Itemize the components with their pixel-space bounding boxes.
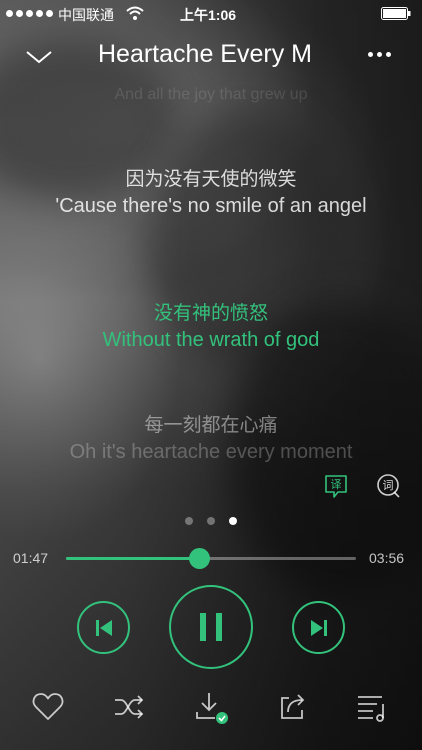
bottom-toolbar xyxy=(0,690,422,730)
lyric-line-past: 因为没有天使的微笑 'Cause there's no smile of an … xyxy=(40,168,382,219)
lyric-zh: 每一刻都在心痛 xyxy=(144,415,278,436)
chevron-down-icon[interactable] xyxy=(24,44,54,68)
progress-fill xyxy=(66,557,200,560)
signal-strength-icon xyxy=(6,10,53,17)
previous-button[interactable] xyxy=(77,601,130,654)
heart-icon[interactable] xyxy=(31,690,65,724)
lyric-en: Without the wrath of god xyxy=(102,328,320,351)
page-dot-active[interactable] xyxy=(229,517,237,525)
song-title: Heartache Every M xyxy=(98,40,312,68)
translate-label: 译 xyxy=(331,478,342,491)
shuffle-icon[interactable] xyxy=(112,690,146,724)
download-done-icon[interactable] xyxy=(194,690,228,724)
next-button[interactable] xyxy=(292,601,345,654)
progress-track[interactable] xyxy=(66,548,356,569)
pause-button[interactable] xyxy=(169,585,253,669)
lyric-zh: 因为没有天使的微笑 xyxy=(125,169,297,190)
status-bar: 中国联通 上午1:06 xyxy=(0,0,422,28)
lyric-mode-icon[interactable]: 词 xyxy=(374,472,402,500)
status-time: 上午1:06 xyxy=(180,7,237,23)
page-indicator xyxy=(185,517,237,525)
lyric-mode-label: 词 xyxy=(383,479,394,492)
page-dot[interactable] xyxy=(207,517,215,525)
translate-toggle-icon[interactable]: 译 xyxy=(322,472,350,500)
player-screen: 中国联通 上午1:06 Heartache Every M And all th… xyxy=(0,0,422,750)
lyric-line-current: 没有神的愤怒 Without the wrath of god xyxy=(40,302,382,353)
page-dot[interactable] xyxy=(185,517,193,525)
playlist-icon[interactable] xyxy=(355,690,389,724)
total-time: 03:56 xyxy=(369,550,405,566)
lyric-previous-faint: And all the joy that grew up xyxy=(114,86,308,103)
pause-icon xyxy=(200,613,222,641)
lyric-en: Oh it's heartache every moment xyxy=(69,440,353,463)
lyric-zh: 没有神的愤怒 xyxy=(153,303,268,324)
more-dots-icon[interactable] xyxy=(368,52,391,57)
carrier-name: 中国联通 xyxy=(58,7,114,23)
player-header: Heartache Every M xyxy=(0,34,422,78)
share-icon[interactable] xyxy=(275,690,309,724)
wifi-icon xyxy=(126,6,144,20)
battery-icon xyxy=(381,7,411,20)
skip-next-icon xyxy=(310,619,327,636)
lyric-en: 'Cause there's no smile of an angel xyxy=(55,194,367,217)
current-time: 01:47 xyxy=(13,550,49,566)
skip-previous-icon xyxy=(95,619,112,636)
